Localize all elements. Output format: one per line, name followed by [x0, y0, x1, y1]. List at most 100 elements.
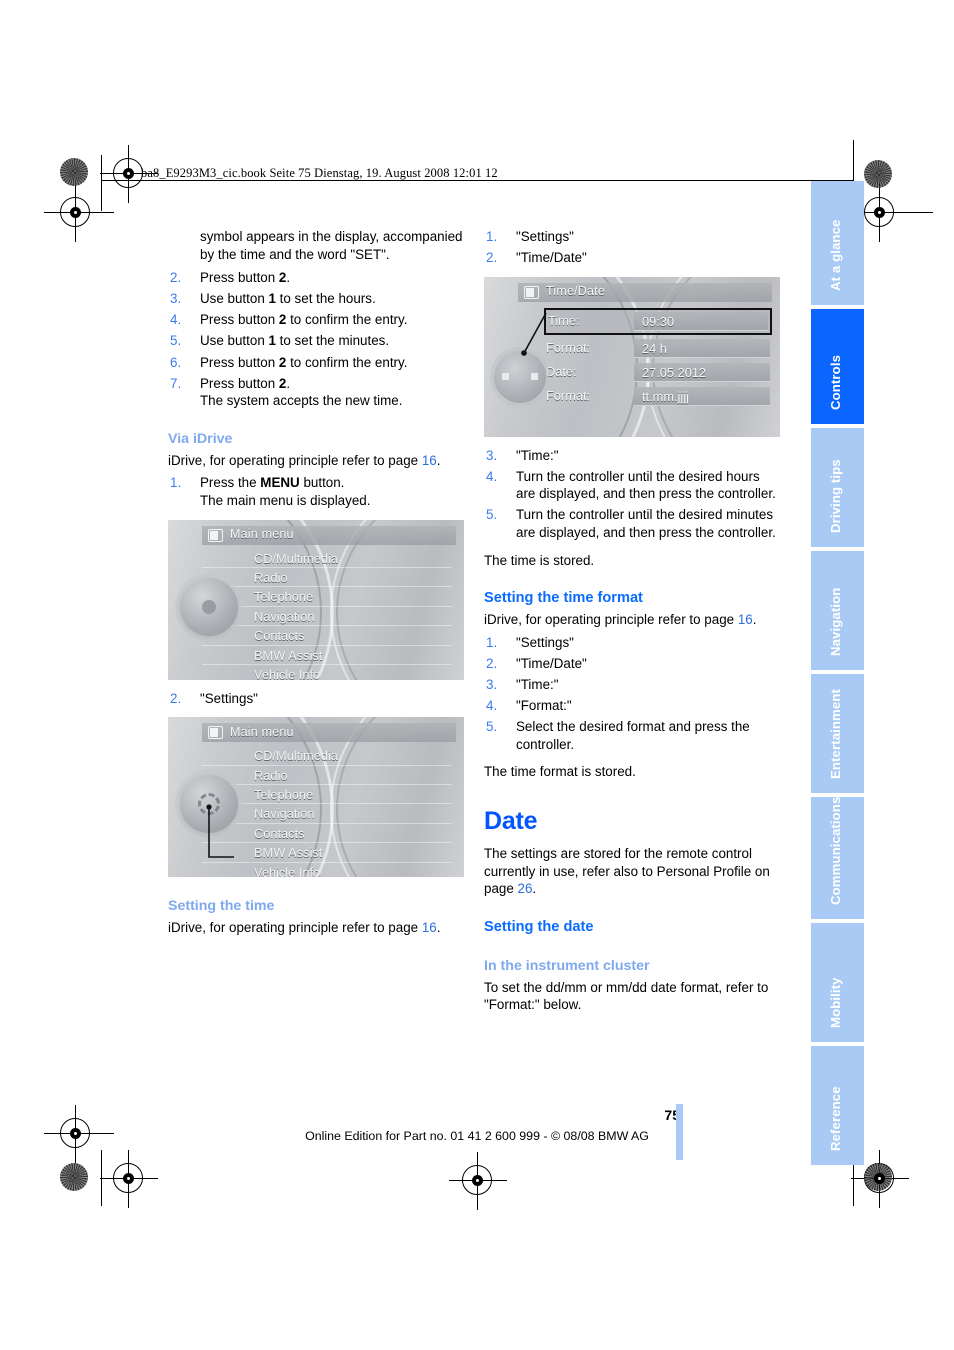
step-text: Turn the controller until the desired ho… [516, 468, 776, 502]
menu-item[interactable]: BMW Assist [202, 646, 452, 665]
heading-via-idrive: Via iDrive [168, 430, 233, 447]
step-text-pre: Press button [200, 375, 279, 391]
registration-mark-bottom-left-2 [100, 1150, 158, 1208]
step-text-post: to set the minutes. [275, 333, 390, 349]
sidebar-tab-communications[interactable]: Communications [811, 797, 864, 919]
left-column: symbol appears in the display, accompani… [168, 228, 464, 947]
list-item: 1. Press the MENU button. The main menu i… [168, 474, 464, 509]
step-text: Select the desired format and press the … [516, 719, 750, 752]
time-stored-text: The time is stored. [484, 552, 595, 568]
step-text-pre: Use button [200, 333, 269, 349]
menu-item[interactable]: Navigation [202, 607, 452, 627]
idrive-ref-pre: iDrive, for operating principle refer to… [168, 452, 422, 468]
callout-line [206, 804, 234, 859]
time-format-ref-pre: iDrive, for operating principle refer to… [484, 612, 738, 628]
step-number: 1. [486, 229, 498, 244]
sidebar-tab-reference[interactable]: Reference [811, 1046, 864, 1165]
instrument-cluster-steps: 2. Press button 2. 3. Use button 1 to set … [168, 269, 464, 410]
menu-item[interactable]: Radio [202, 568, 452, 588]
sidebar-tab-at-a-glance[interactable]: At a glance [811, 181, 864, 305]
page-number: 75 [664, 1107, 680, 1123]
list-item: 5. Select the desired format and press th… [484, 718, 780, 753]
idrive-reference-text: iDrive, for operating principle refer to… [168, 452, 464, 470]
sidebar-tab-entertainment[interactable]: Entertainment [811, 674, 864, 793]
step-text-post: to confirm the entry. [286, 354, 408, 370]
screen-titlebar: Main menu [202, 525, 456, 545]
sidebar-tab-label: Mobility [828, 977, 843, 1028]
step-number: 5. [170, 333, 182, 349]
menu-list: CD/Multimedia Radio Telephone Navigation… [202, 549, 452, 680]
list-item: 2. Press button 2. [168, 269, 464, 287]
halftone-patch-bottom-left [60, 1163, 88, 1191]
step-number: 2. [486, 250, 498, 266]
crop-mark-top-left-v [101, 155, 102, 211]
menu-item[interactable]: Vehicle Info [202, 665, 452, 680]
step-text: "Time:" [516, 677, 559, 693]
crop-mark-bottom-left-v [101, 1150, 102, 1206]
step-number: 4. [486, 468, 498, 484]
step-text: Turn the controller until the desired mi… [516, 507, 776, 541]
date-intro-post: . [532, 881, 537, 897]
list-item: 1. "Settings" [484, 634, 780, 652]
menu-item[interactable]: Contacts [202, 626, 452, 646]
step-number: 2. [486, 655, 498, 671]
heading-setting-the-time: Setting the time [168, 898, 275, 915]
setting-time-ref-post: . [436, 920, 441, 936]
step-text-pre: Press button [200, 270, 279, 286]
sidebar-tab-navigation[interactable]: Navigation [811, 551, 864, 670]
step-text: "Settings" [516, 229, 574, 244]
screen-time-date: Time/Date Time: 09:30 Format: 24 h Date:… [484, 276, 780, 437]
step-text-bold: 1 [268, 291, 276, 307]
registration-mark-top-left [47, 184, 105, 242]
step-number: 3. [486, 447, 498, 463]
step-text-post: button. [299, 475, 345, 491]
step-number: 4. [486, 698, 498, 714]
step-number: 2. [170, 690, 182, 706]
step-text-pre: Press button [200, 312, 279, 328]
sidebar-tab-driving-tips[interactable]: Driving tips [811, 428, 864, 547]
sidebar-tab-label: Navigation [828, 587, 843, 656]
menu-item[interactable]: CD/Multimedia [202, 549, 452, 569]
list-item: 2. "Time/Date" [484, 655, 780, 673]
menu-item[interactable]: Telephone [202, 587, 452, 607]
sidebar-tab-label: At a glance [828, 219, 843, 291]
heading-in-the-instrument-cluster: In the instrument cluster [484, 957, 650, 974]
screen-main-menu-1: Main menu CD/Multimedia Radio Telephone … [168, 519, 464, 680]
step-number: 1. [486, 634, 498, 650]
page-reference-link[interactable]: 16 [422, 453, 437, 468]
registration-mark-bottom-left [47, 1105, 105, 1163]
page-reference-link[interactable]: 16 [738, 612, 753, 627]
page-reference-link[interactable]: 26 [518, 881, 533, 896]
date-intro-text: The settings are stored for the remote c… [484, 845, 780, 898]
via-idrive-steps: 1. Press the MENU button. The main menu i… [168, 474, 464, 509]
time-format-stored-text: The time format is stored. [484, 764, 636, 780]
sidebar-tab-label: Communications [828, 796, 843, 905]
step-number: 5. [486, 719, 498, 735]
step-text: "Settings" [200, 690, 258, 706]
step-number: 7. [170, 375, 182, 391]
heading-setting-the-date: Setting the date [484, 918, 594, 935]
step-text-pre: Use button [200, 291, 269, 307]
list-item: 1. "Settings" [484, 228, 780, 246]
time-format-steps: 1. "Settings" 2. "Time/Date" 3. "Time:" 4. "… [484, 634, 780, 754]
step-text-post: to confirm the entry. [286, 312, 408, 328]
step-text: "Time:" [516, 447, 559, 463]
list-item: 5. Use button 1 to set the minutes. [168, 332, 464, 350]
time-date-nav-steps: 1. "Settings" 2. "Time/Date" [484, 228, 780, 267]
sidebar-tab-controls[interactable]: Controls [811, 309, 864, 424]
callout-line [521, 312, 547, 356]
footer-text: Online Edition for Part no. 01 41 2 600 … [305, 1129, 649, 1143]
time-format-ref-post: . [752, 612, 757, 628]
sidebar-tab-label: Entertainment [828, 689, 843, 779]
list-item: 4. Turn the controller until the desired … [484, 468, 780, 503]
idrive-ref-post: . [436, 452, 441, 468]
step-number: 6. [170, 354, 182, 370]
list-item: 4. "Format:" [484, 697, 780, 715]
step-text-post: . [286, 375, 291, 391]
page-reference-link[interactable]: 16 [422, 920, 437, 935]
step-number: 3. [170, 291, 182, 307]
list-item: 7. Press button 2. The system accepts the… [168, 375, 464, 410]
sidebar-tab-mobility[interactable]: Mobility [811, 923, 864, 1042]
step-text-second-line: The main menu is displayed. [200, 493, 371, 509]
step-number: 4. [170, 312, 182, 328]
